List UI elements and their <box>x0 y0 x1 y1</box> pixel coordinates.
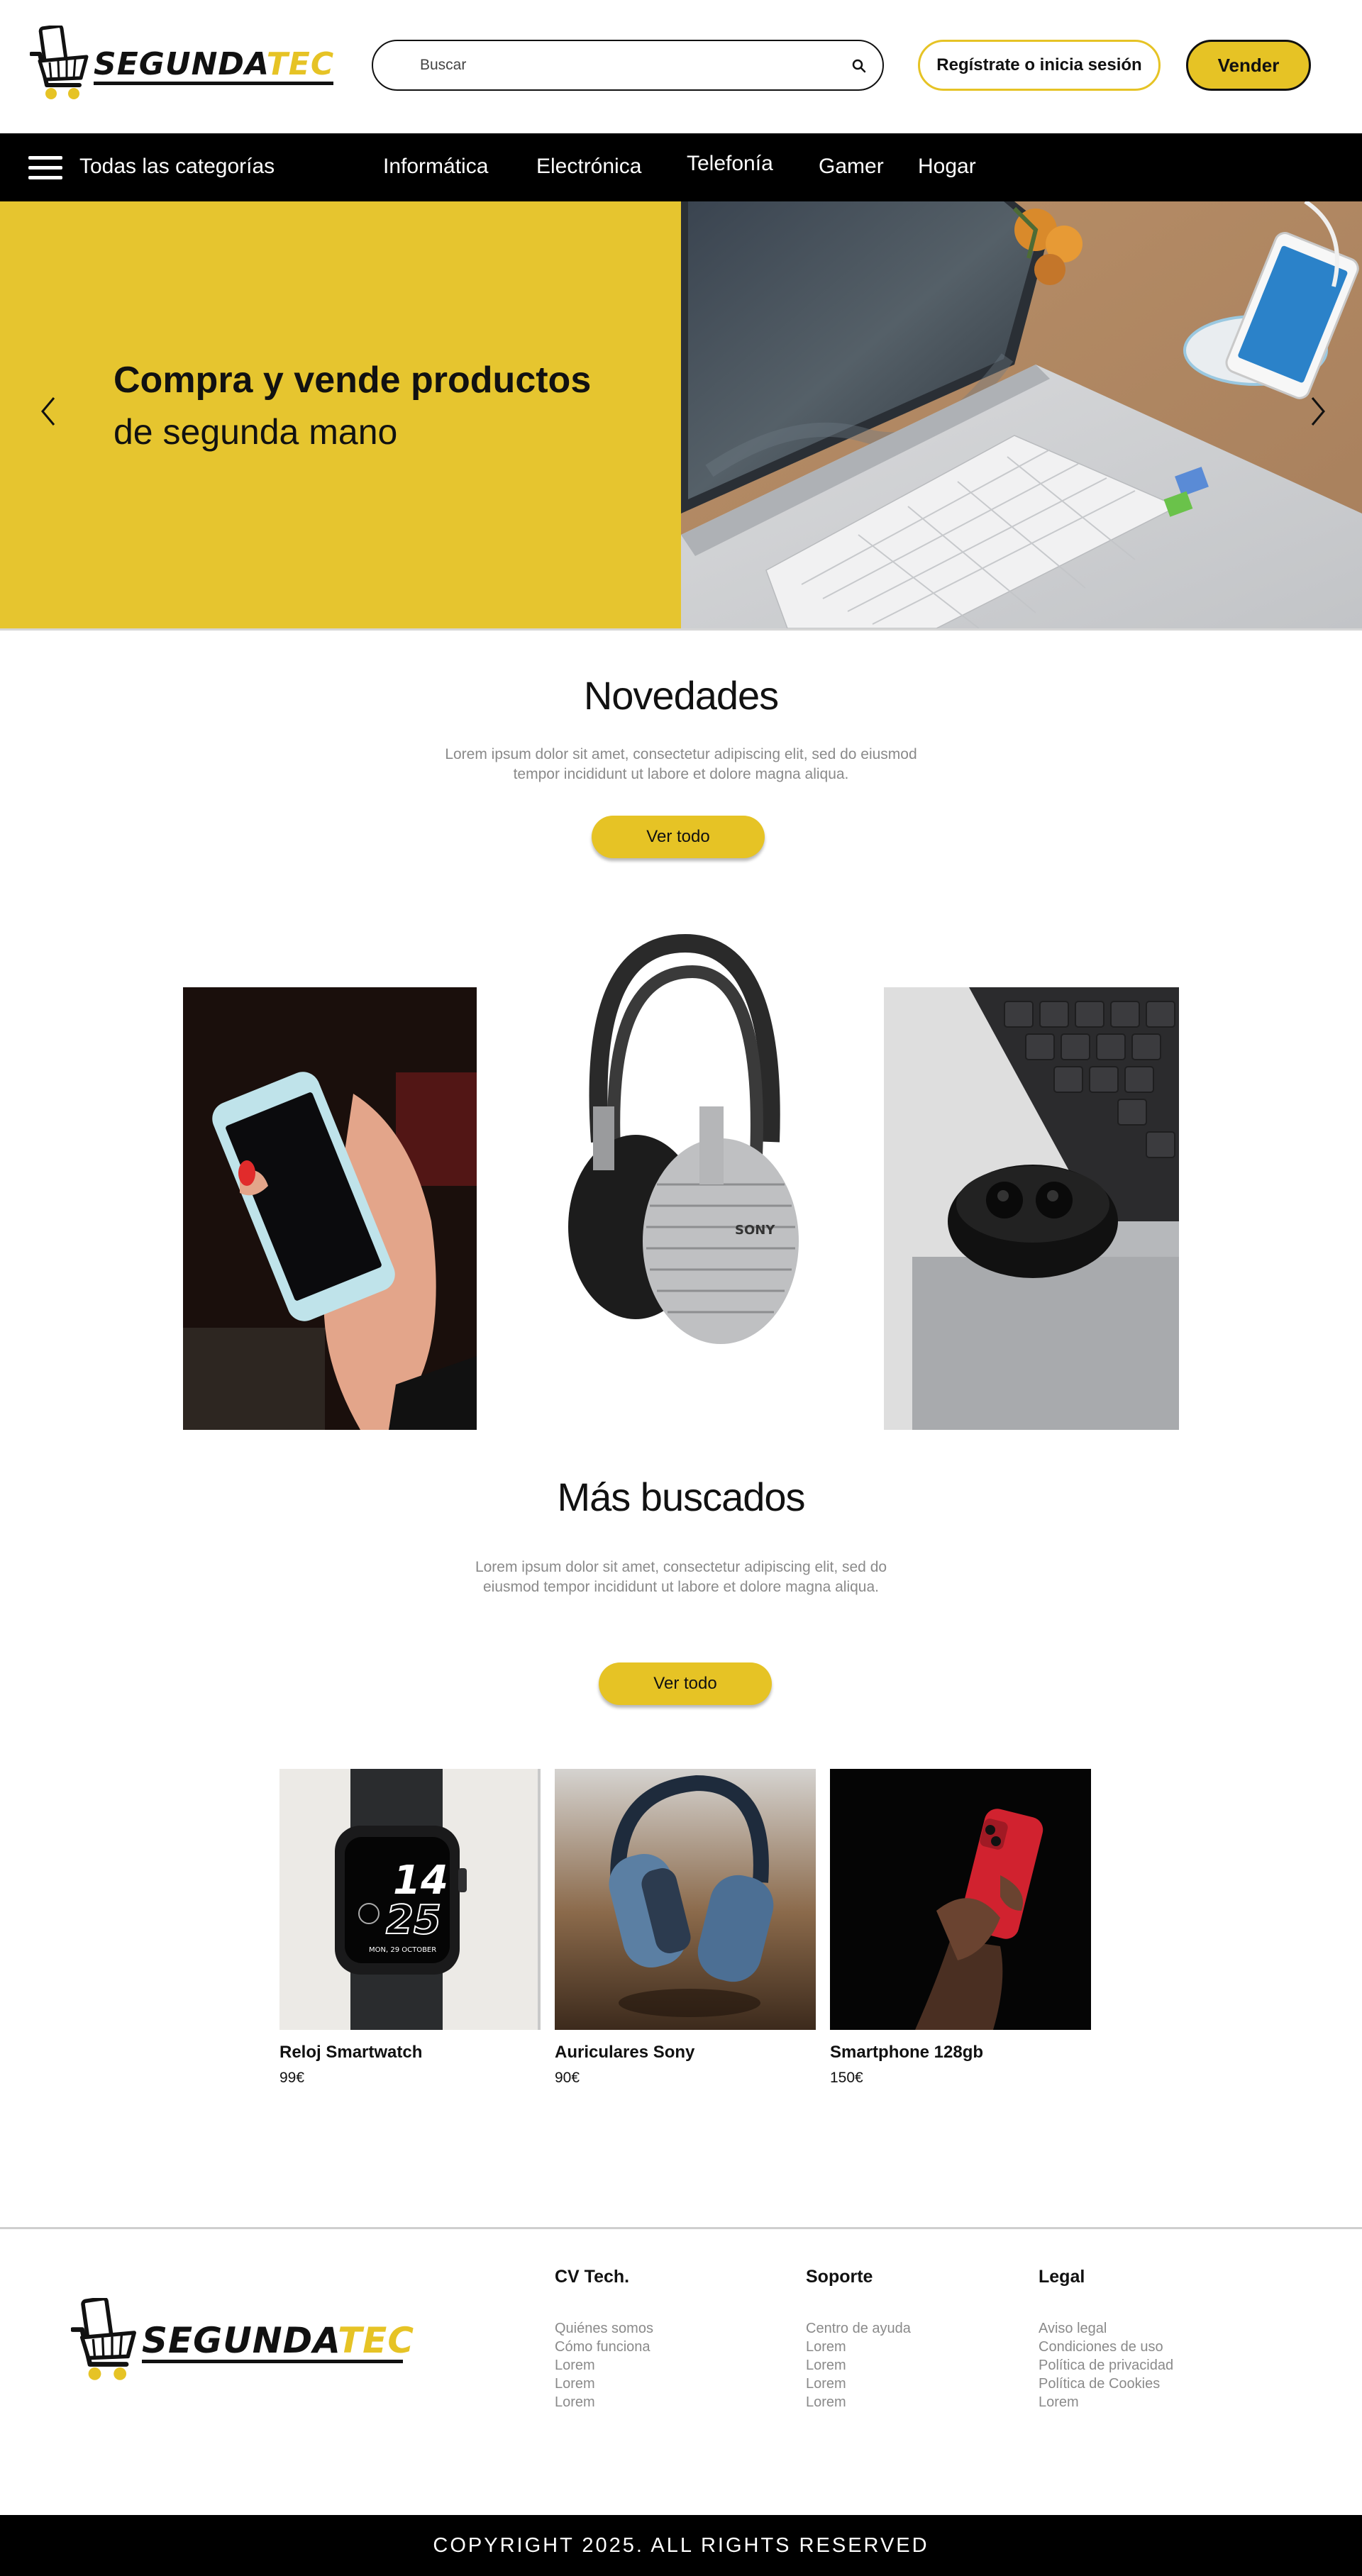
nav-link-informatica[interactable]: Informática <box>383 155 488 179</box>
hero-text-panel: Compra y vende productos de segunda mano <box>0 201 681 628</box>
footer-link[interactable]: Lorem <box>555 2393 653 2411</box>
hero-carousel: Compra y vende productos de segunda mano <box>0 201 1362 628</box>
hamburger-menu-icon[interactable] <box>28 156 62 180</box>
footer-divider <box>0 2227 1362 2229</box>
footer-col-title-legal: Legal <box>1039 2267 1085 2287</box>
footer-link[interactable]: Lorem <box>1039 2393 1173 2411</box>
product-name: Reloj Smartwatch <box>279 2043 423 2062</box>
product-price: 150€ <box>830 2070 863 2086</box>
footer-link[interactable]: Lorem <box>555 2375 653 2393</box>
smartwatch-photo: 14 25 MON, 29 OCTOBER <box>279 1769 541 2030</box>
footer-link[interactable]: Condiciones de uso <box>1039 2338 1173 2356</box>
hero-divider <box>0 628 1362 631</box>
footer-link[interactable]: Cómo funciona <box>555 2338 653 2356</box>
novedades-title: Novedades <box>583 673 779 718</box>
brand-logo[interactable]: SEGUNDATEC <box>30 26 333 101</box>
watch-minute: 25 <box>386 1897 441 1943</box>
search-icon[interactable] <box>848 55 870 77</box>
nav-link-hogar[interactable]: Hogar <box>918 155 976 179</box>
novedades-description: Lorem ipsum dolor sit amet, consectetur … <box>445 746 917 782</box>
product-card-headphones[interactable]: Auriculares Sony 90€ <box>555 1769 816 2086</box>
mas-buscados-description: Lorem ipsum dolor sit amet, consectetur … <box>475 1559 887 1595</box>
product-name: Auriculares Sony <box>555 2043 695 2062</box>
chevron-left-icon[interactable] <box>34 390 62 433</box>
search-input[interactable] <box>420 54 817 77</box>
chevron-right-icon[interactable] <box>1304 390 1332 433</box>
footer-link[interactable]: Quiénes somos <box>555 2319 653 2338</box>
register-login-button[interactable]: Regístrate o inicia sesión <box>918 40 1161 91</box>
search-bar <box>372 40 884 91</box>
footer-link[interactable]: Lorem <box>806 2338 911 2356</box>
shopping-cart-phone-icon <box>71 2298 136 2380</box>
all-categories-link[interactable]: Todas las categorías <box>79 155 275 179</box>
hero-title: Compra y vende productos <box>114 360 592 401</box>
nav-link-gamer[interactable]: Gamer <box>819 155 884 179</box>
novedades-ver-todo-button[interactable]: Ver todo <box>592 816 765 858</box>
product-price: 90€ <box>555 2070 580 2086</box>
watch-date: MON, 29 OCTOBER <box>369 1946 436 1954</box>
footer-col-links-soporte: Centro de ayuda Lorem Lorem Lorem Lorem <box>806 2319 911 2411</box>
hero-subtitle: de segunda mano <box>114 412 398 452</box>
nav-link-telefonia[interactable]: Telefonía <box>687 152 773 176</box>
copyright-bar: COPYRIGHT 2025. ALL RIGHTS RESERVED <box>0 2515 1362 2576</box>
footer-link[interactable]: Centro de ayuda <box>806 2319 911 2338</box>
sony-headphones-photo[interactable]: SONY <box>558 929 804 1352</box>
site-header: SEGUNDATEC Regístrate o inicia sesión Ve… <box>0 0 1362 133</box>
product-card-smartwatch[interactable]: 14 25 MON, 29 OCTOBER Reloj Smartwatch 9… <box>279 1769 541 2086</box>
product-name: Smartphone 128gb <box>830 2043 984 2062</box>
shopping-cart-phone-icon <box>30 26 89 99</box>
footer-link[interactable]: Política de Cookies <box>1039 2375 1173 2393</box>
footer-brand-logo[interactable]: SEGUNDATEC <box>71 2298 414 2382</box>
footer-link[interactable]: Lorem <box>806 2356 911 2375</box>
footer-link[interactable]: Lorem <box>806 2375 911 2393</box>
mas-buscados-title: Más buscados <box>557 1475 805 1519</box>
footer-link[interactable]: Política de privacidad <box>1039 2356 1173 2375</box>
laptop-and-smartphone-on-wireless-charger-photo <box>681 201 1362 628</box>
footer-link[interactable]: Lorem <box>555 2356 653 2375</box>
product-card-smartphone[interactable]: Smartphone 128gb 150€ <box>830 1769 1091 2086</box>
blue-headphones-photo <box>555 1769 816 2030</box>
footer-link[interactable]: Aviso legal <box>1039 2319 1173 2338</box>
sell-button[interactable]: Vender <box>1186 40 1311 91</box>
wireless-earbuds-on-laptop-photo[interactable] <box>884 987 1179 1430</box>
brand-wordmark: SEGUNDATEC <box>94 49 333 85</box>
category-nav: Todas las categorías Informática Electró… <box>0 133 1362 201</box>
footer-col-title-cvtech: CV Tech. <box>555 2267 630 2287</box>
footer-col-links-legal: Aviso legal Condiciones de uso Política … <box>1039 2319 1173 2411</box>
footer-brand-wordmark: SEGUNDATEC <box>142 2323 414 2363</box>
mas-buscados-ver-todo-button[interactable]: Ver todo <box>599 1662 772 1705</box>
footer-link[interactable]: Lorem <box>806 2393 911 2411</box>
svg-text:SONY: SONY <box>735 1223 775 1238</box>
footer-col-title-soporte: Soporte <box>806 2267 873 2287</box>
footer-col-links-cvtech: Quiénes somos Cómo funciona Lorem Lorem … <box>555 2319 653 2411</box>
red-smartphone-photo <box>830 1769 1091 2030</box>
product-price: 99€ <box>279 2070 305 2086</box>
nav-link-electronica[interactable]: Electrónica <box>536 155 641 179</box>
hand-holding-smartphone-photo[interactable] <box>183 987 477 1430</box>
